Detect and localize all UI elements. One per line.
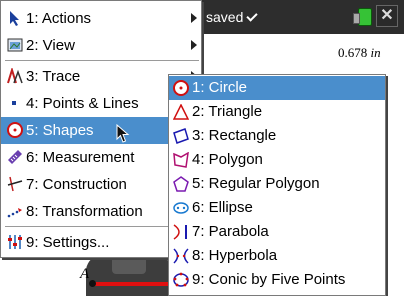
settings-icon (8, 235, 22, 249)
close-icon[interactable]: ✕ (376, 5, 398, 27)
chevron-down-icon (246, 10, 259, 22)
measurement-value: 0.678 (338, 45, 368, 60)
submenu-item-rectangle[interactable]: 3: Rectangle (169, 124, 385, 148)
hyperbola-icon (173, 248, 189, 264)
submenu-item-conic[interactable]: 9: Conic by Five Points (169, 268, 385, 292)
polygon-icon (173, 152, 189, 168)
measurement-icon (8, 150, 22, 164)
menu-item-actions[interactable]: 1: Actions (1, 5, 201, 32)
menu-divider (5, 60, 199, 61)
submenu-item-regular-polygon[interactable]: 5: Regular Polygon (169, 172, 385, 196)
trace-icon (7, 68, 23, 84)
red-segment[interactable] (92, 282, 172, 286)
point-a[interactable] (89, 280, 96, 287)
measurement-readout[interactable]: 0.678 in (338, 45, 381, 61)
view-icon (7, 38, 23, 52)
parabola-icon (173, 224, 187, 240)
submenu-item-triangle[interactable]: 2: Triangle (169, 100, 385, 124)
transformation-icon (7, 208, 22, 218)
rectangle-icon (173, 128, 189, 144)
submenu-item-circle[interactable]: 1: Circle (169, 76, 385, 100)
regular-polygon-icon (173, 176, 189, 192)
submenu-arrow-icon (191, 13, 197, 23)
ellipse-icon (173, 202, 189, 214)
shapes-submenu: 1: Circle 2: Triangle 3: Rectangle 4: Po… (168, 74, 386, 296)
shapes-icon (7, 122, 23, 138)
measurement-unit: in (370, 45, 381, 60)
conic-icon (173, 272, 189, 287)
mouse-cursor-icon (116, 124, 130, 143)
construction-icon (7, 176, 23, 192)
triangle-icon (173, 104, 189, 120)
points-lines-icon (12, 101, 16, 105)
submenu-item-ellipse[interactable]: 6: Ellipse (169, 196, 385, 220)
submenu-item-polygon[interactable]: 4: Polygon (169, 148, 385, 172)
document-title[interactable]: saved (206, 9, 259, 25)
submenu-arrow-icon (191, 40, 197, 50)
menu-item-view[interactable]: 2: View (1, 32, 201, 59)
battery-icon (353, 8, 372, 26)
submenu-item-parabola[interactable]: 7: Parabola (169, 220, 385, 244)
point-label: A (80, 266, 90, 282)
circle-icon (173, 80, 189, 96)
arrow-pointer-icon (10, 11, 19, 26)
submenu-item-hyperbola[interactable]: 8: Hyperbola (169, 244, 385, 268)
